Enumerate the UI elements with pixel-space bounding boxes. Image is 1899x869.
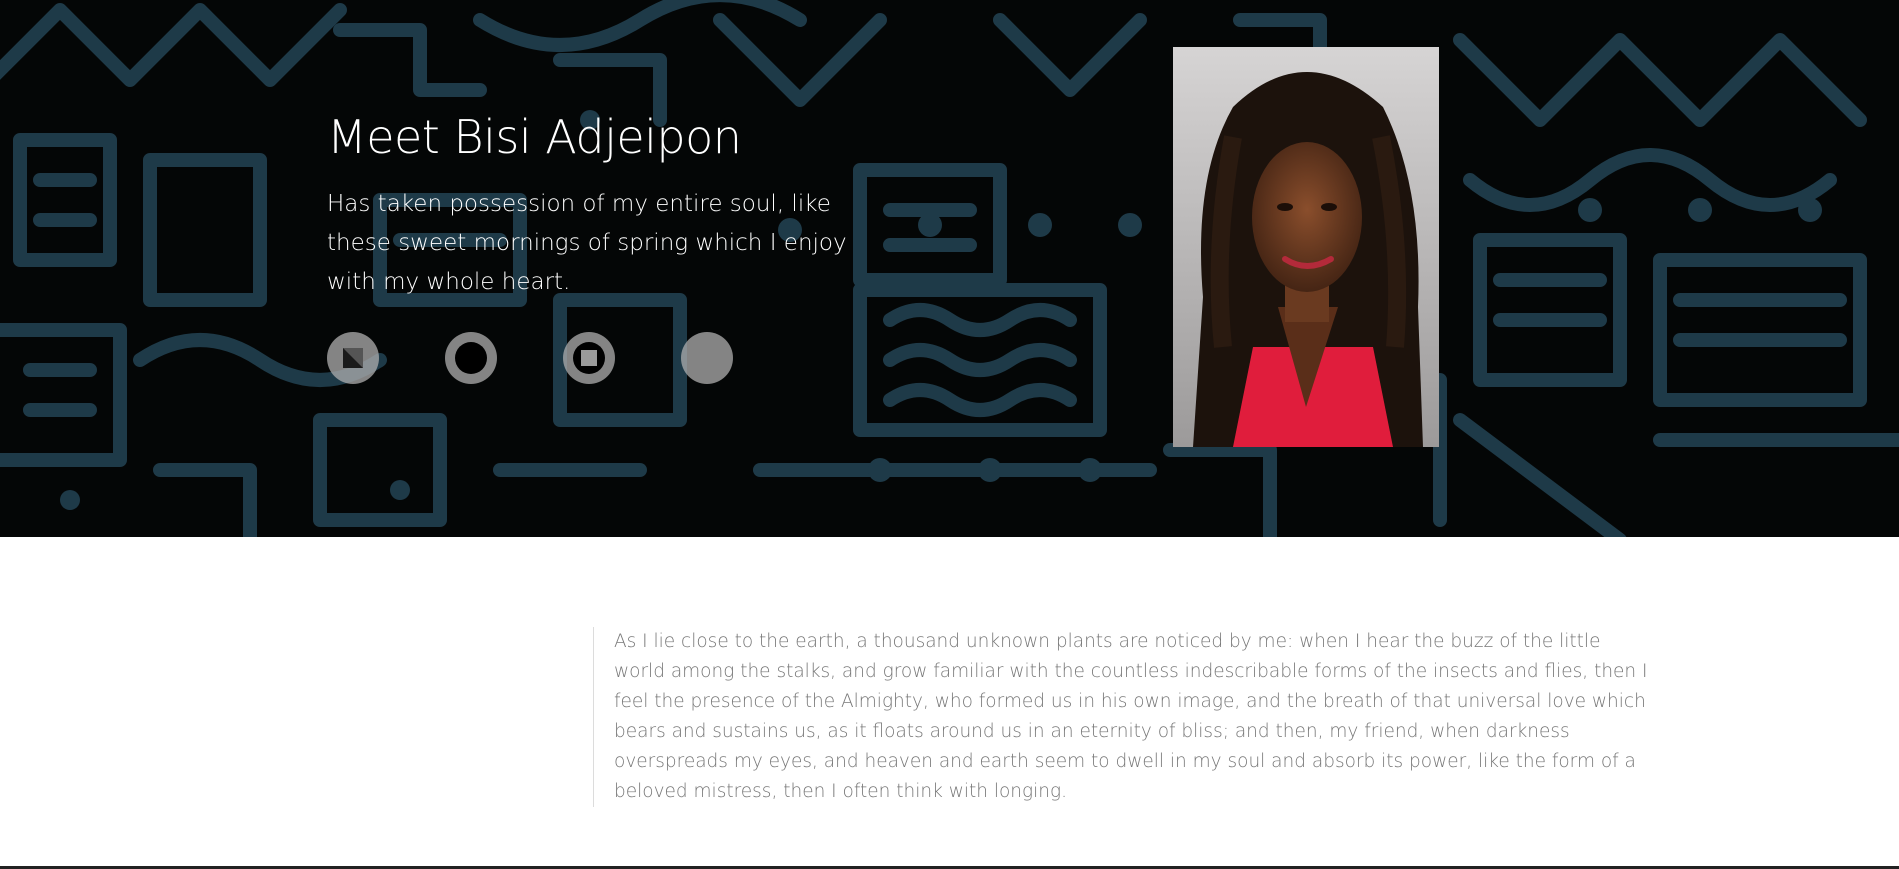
social-link-square[interactable] [327, 332, 379, 384]
square-ring-icon [573, 342, 605, 374]
hero-title: Meet Bisi Adjeipon [327, 110, 742, 164]
square-icon [343, 348, 363, 368]
hero-subtitle: Has taken possession of my entire soul, … [327, 191, 847, 295]
hero-banner: Meet Bisi Adjeipon Has taken possession … [0, 0, 1899, 537]
social-link-circle[interactable] [445, 332, 497, 384]
social-link-filled[interactable] [681, 332, 733, 384]
social-links [327, 332, 733, 384]
circle-ring-icon [455, 342, 487, 374]
social-link-square-ring[interactable] [563, 332, 615, 384]
hero-text-block: Meet Bisi Adjeipon Has taken possession … [327, 104, 887, 302]
tribal-pattern-background [0, 0, 1899, 537]
filled-circle-icon [696, 347, 718, 369]
quote-block: As I lie close to the earth, a thousand … [593, 627, 1654, 807]
portrait-image [1173, 47, 1439, 447]
portrait-photo [1173, 47, 1439, 447]
